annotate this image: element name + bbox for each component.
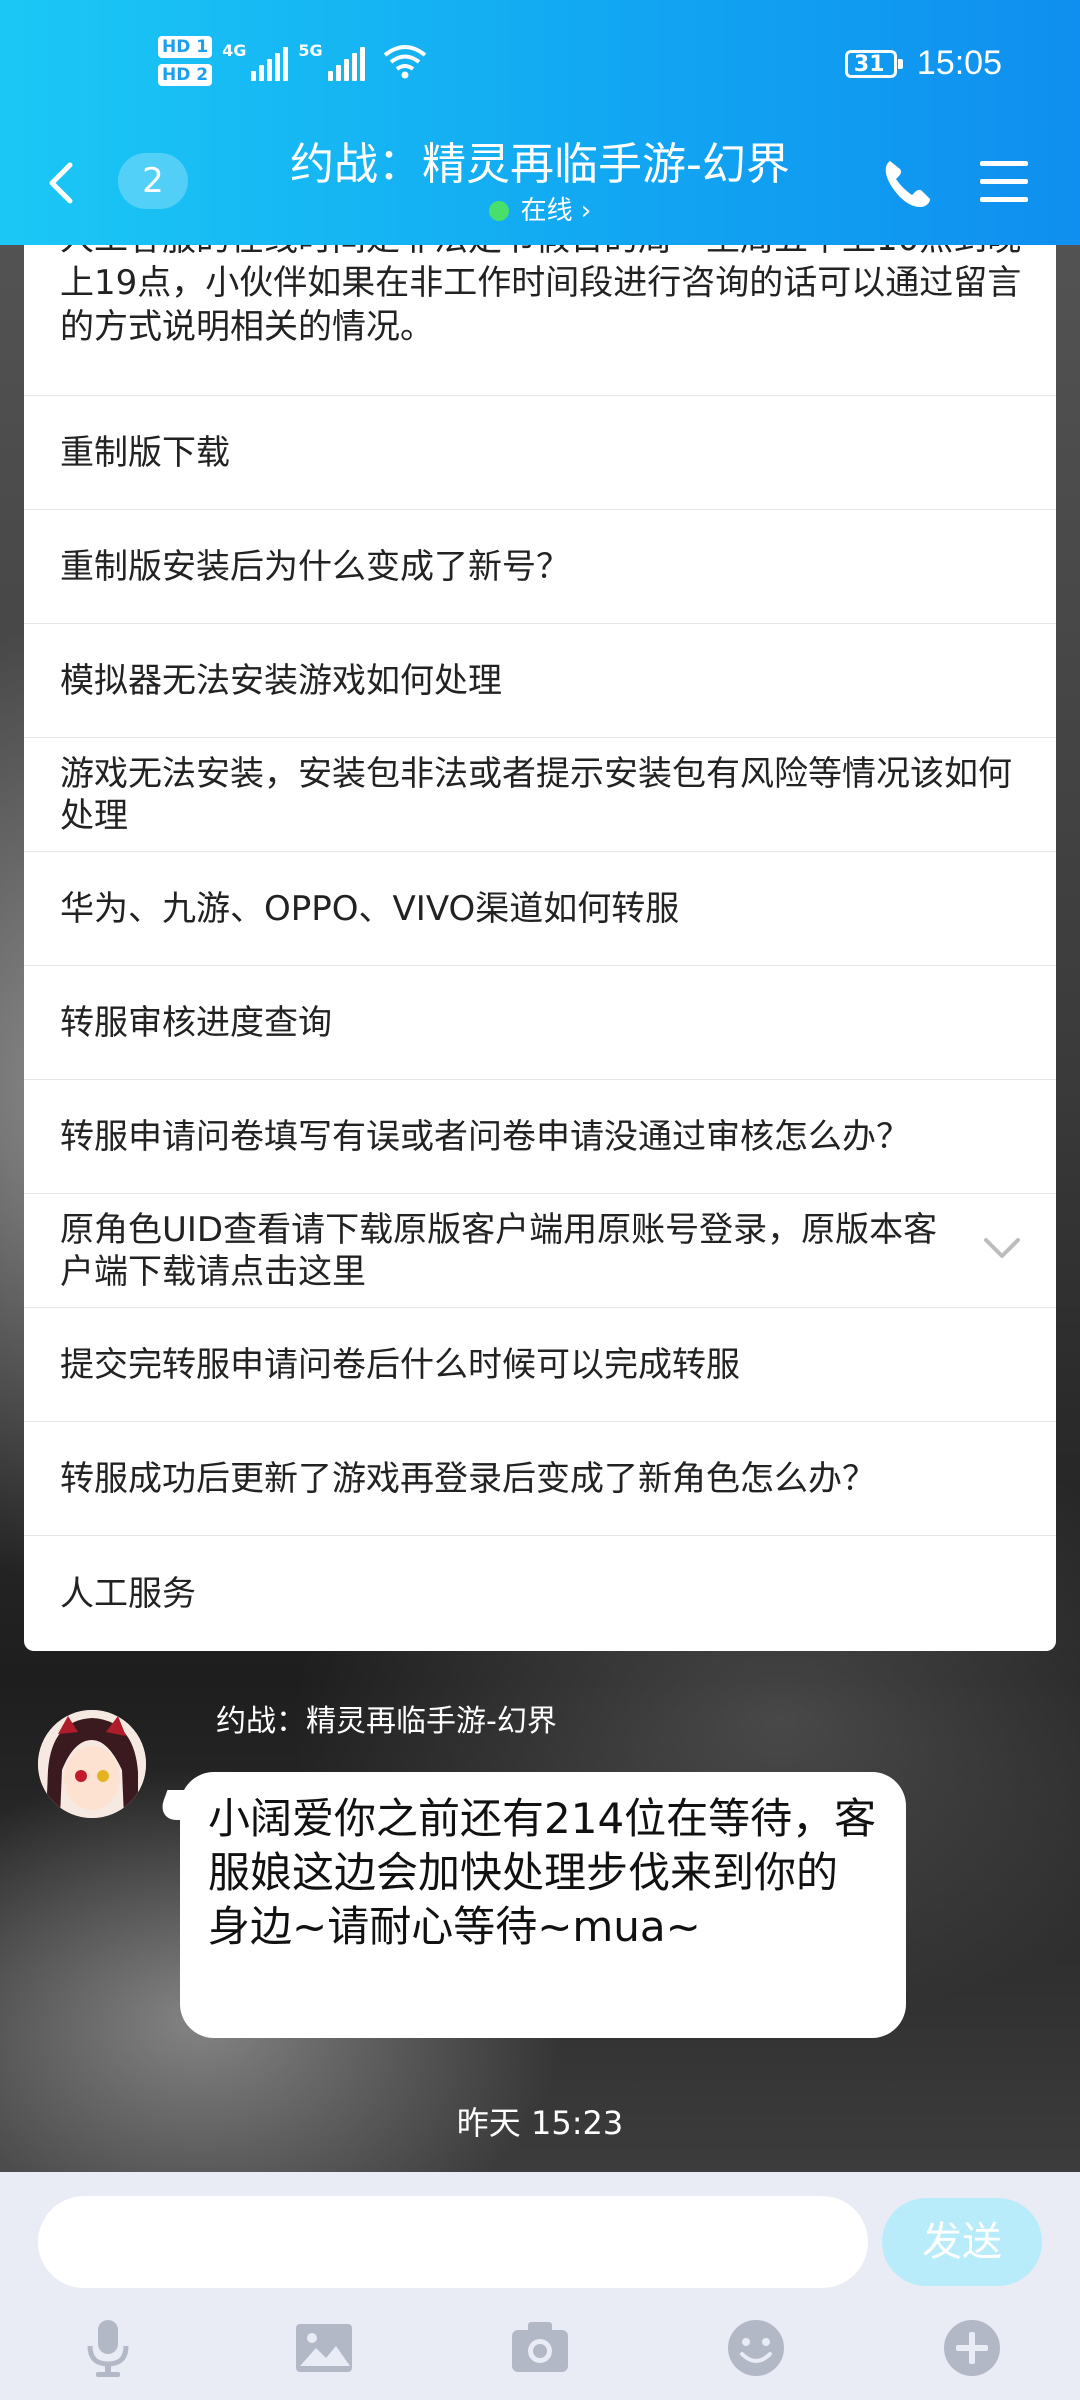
battery-icon: 31 bbox=[844, 49, 903, 78]
message-input[interactable] bbox=[38, 2196, 868, 2288]
faq-item-human-service[interactable]: 人工服务 bbox=[24, 1535, 1056, 1651]
avatar[interactable] bbox=[38, 1710, 146, 1818]
menu-icon[interactable] bbox=[978, 157, 1030, 207]
nav-bar: 2 约战：精灵再临手游-幻界 在线 › bbox=[0, 135, 1080, 245]
wifi-icon bbox=[383, 45, 426, 79]
faq-item[interactable]: 转服申请问卷填写有误或者问卷申请没通过审核怎么办？ bbox=[24, 1079, 1056, 1193]
camera-icon[interactable] bbox=[508, 2316, 572, 2380]
message-text: 小阔爱你之前还有214位在等待，客服娘这边会加快处理步伐来到你的身边~请耐心等待… bbox=[208, 1794, 877, 1951]
faq-item[interactable]: 转服审核进度查询 bbox=[24, 965, 1056, 1079]
chevron-down-icon[interactable] bbox=[982, 1234, 1022, 1262]
faq-item[interactable]: 游戏无法安装，安装包非法或者提示安装包有风险等情况该如何处理 bbox=[24, 737, 1056, 851]
sim1-signal-icon: 4G bbox=[222, 41, 289, 81]
composer-bar: 发送 bbox=[0, 2172, 1080, 2400]
sim2-signal-icon: 5G bbox=[298, 41, 365, 81]
faq-item[interactable]: 转服成功后更新了游戏再登录后变成了新角色怎么办？ bbox=[24, 1421, 1056, 1535]
hd1-badge: HD 1 bbox=[158, 36, 213, 58]
composer-toolbar bbox=[0, 2310, 1080, 2390]
plus-icon[interactable] bbox=[940, 2316, 1004, 2380]
faq-item[interactable]: 重制版安装后为什么变成了新号？ bbox=[24, 509, 1056, 623]
clock: 15:05 bbox=[916, 44, 1002, 82]
microphone-icon[interactable] bbox=[76, 2316, 140, 2380]
header: HD 1 HD 2 4G 5G 31 15:05 2 约战：精灵再临手游-幻界 … bbox=[0, 0, 1080, 245]
faq-card: 人工客服的在线时间是非法定节假日的周一至周五早上10点到晚上19点，小伙伴如果在… bbox=[24, 245, 1056, 1651]
hd2-badge: HD 2 bbox=[158, 64, 213, 86]
emoji-icon[interactable] bbox=[724, 2316, 788, 2380]
image-icon[interactable] bbox=[292, 2316, 356, 2380]
faq-item[interactable]: 重制版下载 bbox=[24, 395, 1056, 509]
faq-item[interactable]: 模拟器无法安装游戏如何处理 bbox=[24, 623, 1056, 737]
anime-avatar-icon bbox=[38, 1710, 146, 1818]
faq-intro-text: 人工客服的在线时间是非法定节假日的周一至周五早上10点到晚上19点，小伙伴如果在… bbox=[60, 245, 1022, 347]
sender-name: 约战：精灵再临手游-幻界 bbox=[216, 1704, 557, 1739]
faq-item[interactable]: 华为、九游、OPPO、VIVO渠道如何转服 bbox=[24, 851, 1056, 965]
message-timestamp: 昨天 15:23 bbox=[456, 2104, 624, 2142]
faq-item[interactable]: 提交完转服申请问卷后什么时候可以完成转服 bbox=[24, 1307, 1056, 1421]
message-bubble[interactable]: 小阔爱你之前还有214位在等待，客服娘这边会加快处理步伐来到你的身边~请耐心等待… bbox=[180, 1772, 906, 2038]
online-dot-icon bbox=[488, 201, 509, 221]
phone-call-icon[interactable] bbox=[880, 153, 936, 213]
status-bar: HD 1 HD 2 4G 5G 31 15:05 bbox=[0, 0, 1080, 135]
send-button[interactable]: 发送 bbox=[882, 2198, 1042, 2286]
signal-indicators: HD 1 HD 2 4G 5G bbox=[158, 36, 427, 86]
faq-item[interactable]: 原角色UID查看请下载原版客户端用原账号登录，原版本客户端下载请点击这里 bbox=[24, 1193, 1056, 1307]
